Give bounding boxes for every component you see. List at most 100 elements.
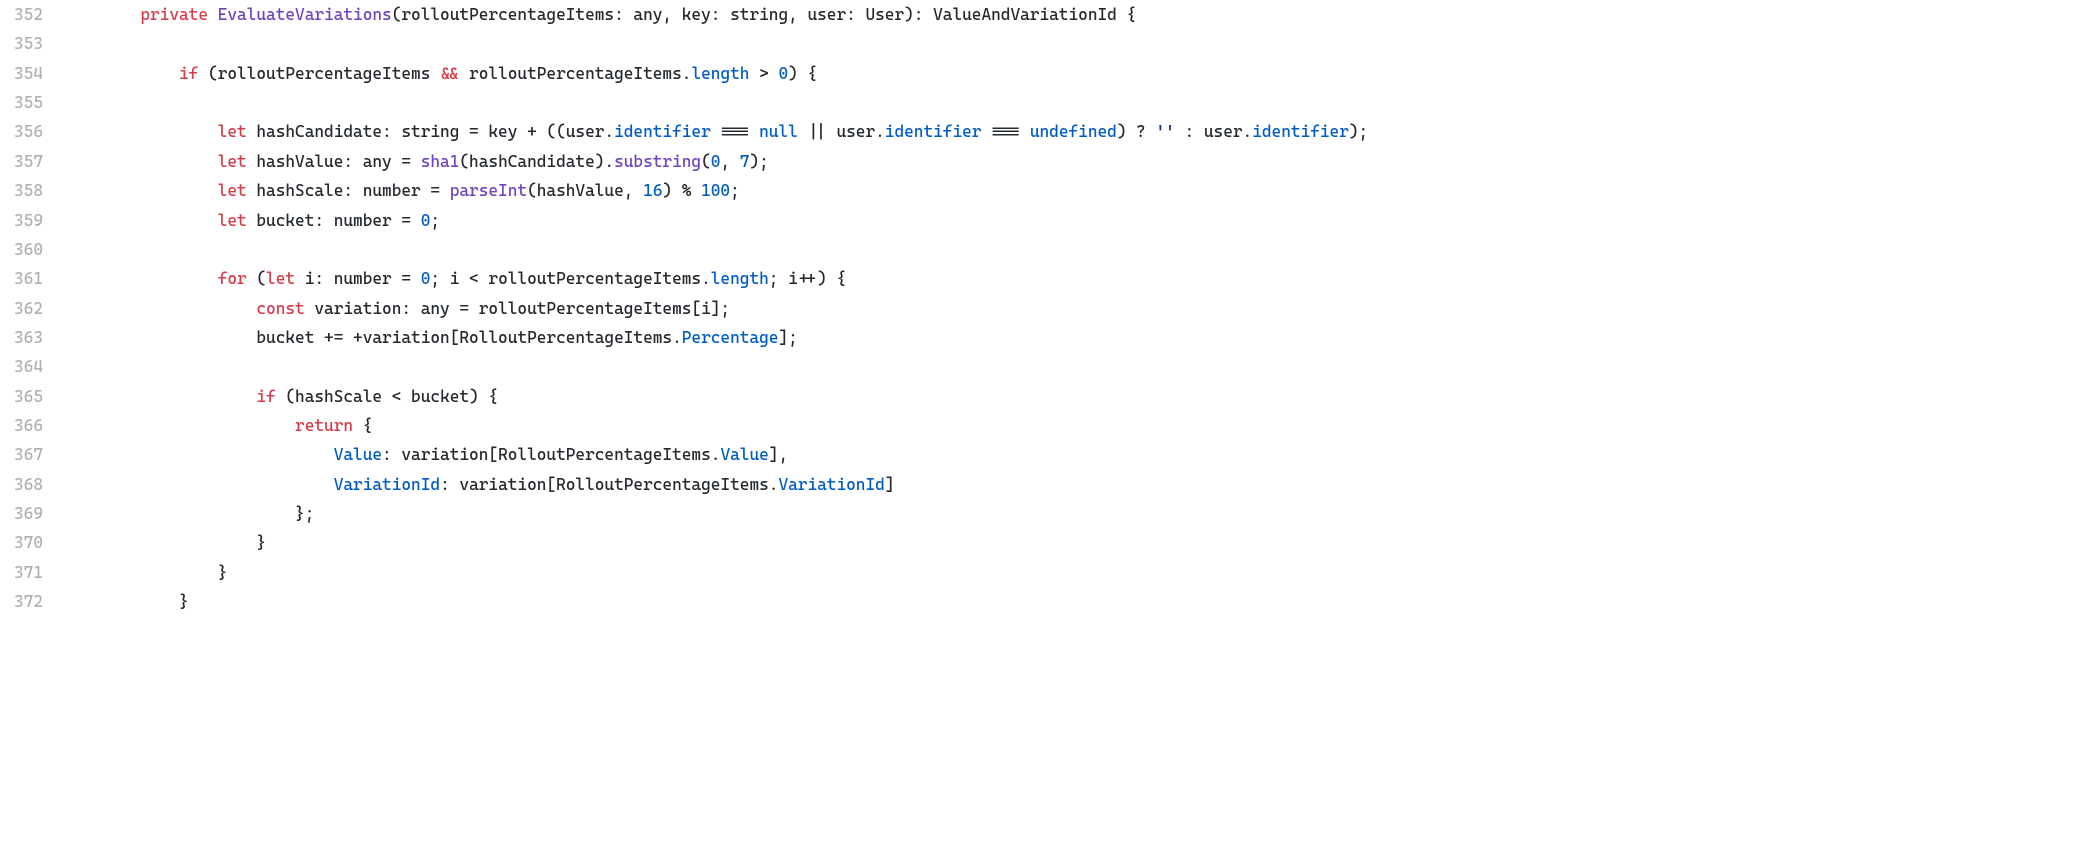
code-token: parseInt — [450, 181, 527, 200]
code-token: 7 — [740, 152, 750, 171]
code-token: for — [218, 269, 257, 288]
code-line[interactable]: private EvaluateVariations(rolloutPercen… — [63, 0, 2092, 29]
code-line[interactable]: let bucket: number = 0; — [63, 206, 2092, 235]
code-token: } — [179, 592, 189, 611]
code-token: EvaluateVariations — [218, 5, 392, 24]
line-number: 371 — [0, 558, 43, 587]
code-token: ) ? — [1117, 122, 1156, 141]
code-line[interactable] — [63, 235, 2092, 264]
code-token: 16 — [643, 181, 662, 200]
line-number: 364 — [0, 352, 43, 381]
code-token: identifier — [885, 122, 982, 141]
code-token: if — [179, 64, 208, 83]
line-number-gutter: 3523533543553563573583593603613623633643… — [0, 0, 55, 617]
code-line[interactable]: } — [63, 587, 2092, 616]
code-token: bucket += +variation[RolloutPercentageIt… — [256, 328, 681, 347]
code-token: ] — [885, 475, 895, 494]
code-token: let — [218, 181, 257, 200]
code-token: if — [256, 387, 285, 406]
code-token: : variation[RolloutPercentageItems. — [382, 445, 720, 464]
code-token: VariationId — [778, 475, 884, 494]
code-token: sha1 — [421, 152, 460, 171]
code-token: : user. — [1175, 122, 1252, 141]
code-line[interactable]: VariationId: variation[RolloutPercentage… — [63, 470, 2092, 499]
line-number: 369 — [0, 499, 43, 528]
line-number: 357 — [0, 147, 43, 176]
code-token: '' — [1156, 122, 1175, 141]
code-token: ); — [749, 152, 768, 171]
code-token: 0 — [421, 269, 431, 288]
code-token: let — [266, 269, 305, 288]
line-number: 363 — [0, 323, 43, 352]
line-number: 370 — [0, 528, 43, 557]
line-number: 359 — [0, 206, 43, 235]
line-number: 358 — [0, 176, 43, 205]
code-token: } — [256, 533, 266, 552]
line-number: 352 — [0, 0, 43, 29]
code-token: && — [440, 64, 459, 83]
code-token: ( — [256, 269, 266, 288]
line-number: 355 — [0, 88, 43, 117]
code-line[interactable]: bucket += +variation[RolloutPercentageIt… — [63, 323, 2092, 352]
code-line[interactable]: const variation: any = rolloutPercentage… — [63, 294, 2092, 323]
code-line[interactable]: }; — [63, 499, 2092, 528]
code-token: identifier — [1252, 122, 1349, 141]
code-token: ; — [430, 211, 440, 230]
code-token: Value — [334, 445, 382, 464]
code-token: : variation[RolloutPercentageItems. — [440, 475, 778, 494]
code-token: (hashValue, — [527, 181, 643, 200]
code-line[interactable]: return { — [63, 411, 2092, 440]
code-line[interactable]: let hashCandidate: string = key + ((user… — [63, 117, 2092, 146]
code-token: const — [256, 299, 314, 318]
code-token: length — [691, 64, 749, 83]
code-token: private — [140, 5, 217, 24]
code-token: 0 — [711, 152, 721, 171]
code-token: ) % — [662, 181, 701, 200]
code-token: ) { — [788, 64, 817, 83]
code-token: (rolloutPercentageItems: any, key: strin… — [392, 5, 1136, 24]
code-token: Value — [720, 445, 768, 464]
code-line[interactable]: } — [63, 528, 2092, 557]
code-line[interactable]: } — [63, 558, 2092, 587]
code-token: hashScale: number = — [256, 181, 449, 200]
code-token: variation: any = rolloutPercentageItems[… — [314, 299, 730, 318]
code-token: hashValue: any = — [256, 152, 420, 171]
line-number: 367 — [0, 440, 43, 469]
code-token: identifier — [614, 122, 711, 141]
code-token: 0 — [421, 211, 431, 230]
code-token: let — [218, 211, 257, 230]
code-token: === — [981, 122, 1029, 141]
code-line[interactable] — [63, 352, 2092, 381]
code-line[interactable]: let hashValue: any = sha1(hashCandidate)… — [63, 147, 2092, 176]
line-number: 366 — [0, 411, 43, 440]
line-number: 362 — [0, 294, 43, 323]
code-token: (hashCandidate). — [459, 152, 614, 171]
code-token: (rolloutPercentageItems — [208, 64, 440, 83]
code-view: 3523533543553563573583593603613623633643… — [0, 0, 2092, 617]
code-line[interactable] — [63, 88, 2092, 117]
code-line[interactable]: for (let i: number = 0; i < rolloutPerce… — [63, 264, 2092, 293]
code-token: }; — [295, 504, 314, 523]
code-token: 0 — [778, 64, 788, 83]
code-token: hashCandidate: string = key + ((user. — [256, 122, 614, 141]
line-number: 356 — [0, 117, 43, 146]
code-token: > — [749, 64, 778, 83]
code-token: let — [218, 122, 257, 141]
code-line[interactable]: if (rolloutPercentageItems && rolloutPer… — [63, 59, 2092, 88]
code-token: ; i++) { — [769, 269, 846, 288]
code-token: let — [218, 152, 257, 171]
code-line[interactable]: Value: variation[RolloutPercentageItems.… — [63, 440, 2092, 469]
code-line[interactable]: let hashScale: number = parseInt(hashVal… — [63, 176, 2092, 205]
code-token: || user. — [798, 122, 885, 141]
code-token: ( — [701, 152, 711, 171]
code-token: { — [363, 416, 373, 435]
code-token: VariationId — [334, 475, 440, 494]
code-content[interactable]: private EvaluateVariations(rolloutPercen… — [55, 0, 2092, 617]
line-number: 368 — [0, 470, 43, 499]
code-token: ]; — [778, 328, 797, 347]
code-line[interactable] — [63, 29, 2092, 58]
code-token: === — [711, 122, 759, 141]
code-token: return — [295, 416, 363, 435]
code-line[interactable]: if (hashScale < bucket) { — [63, 382, 2092, 411]
code-token: ; i < rolloutPercentageItems. — [430, 269, 710, 288]
